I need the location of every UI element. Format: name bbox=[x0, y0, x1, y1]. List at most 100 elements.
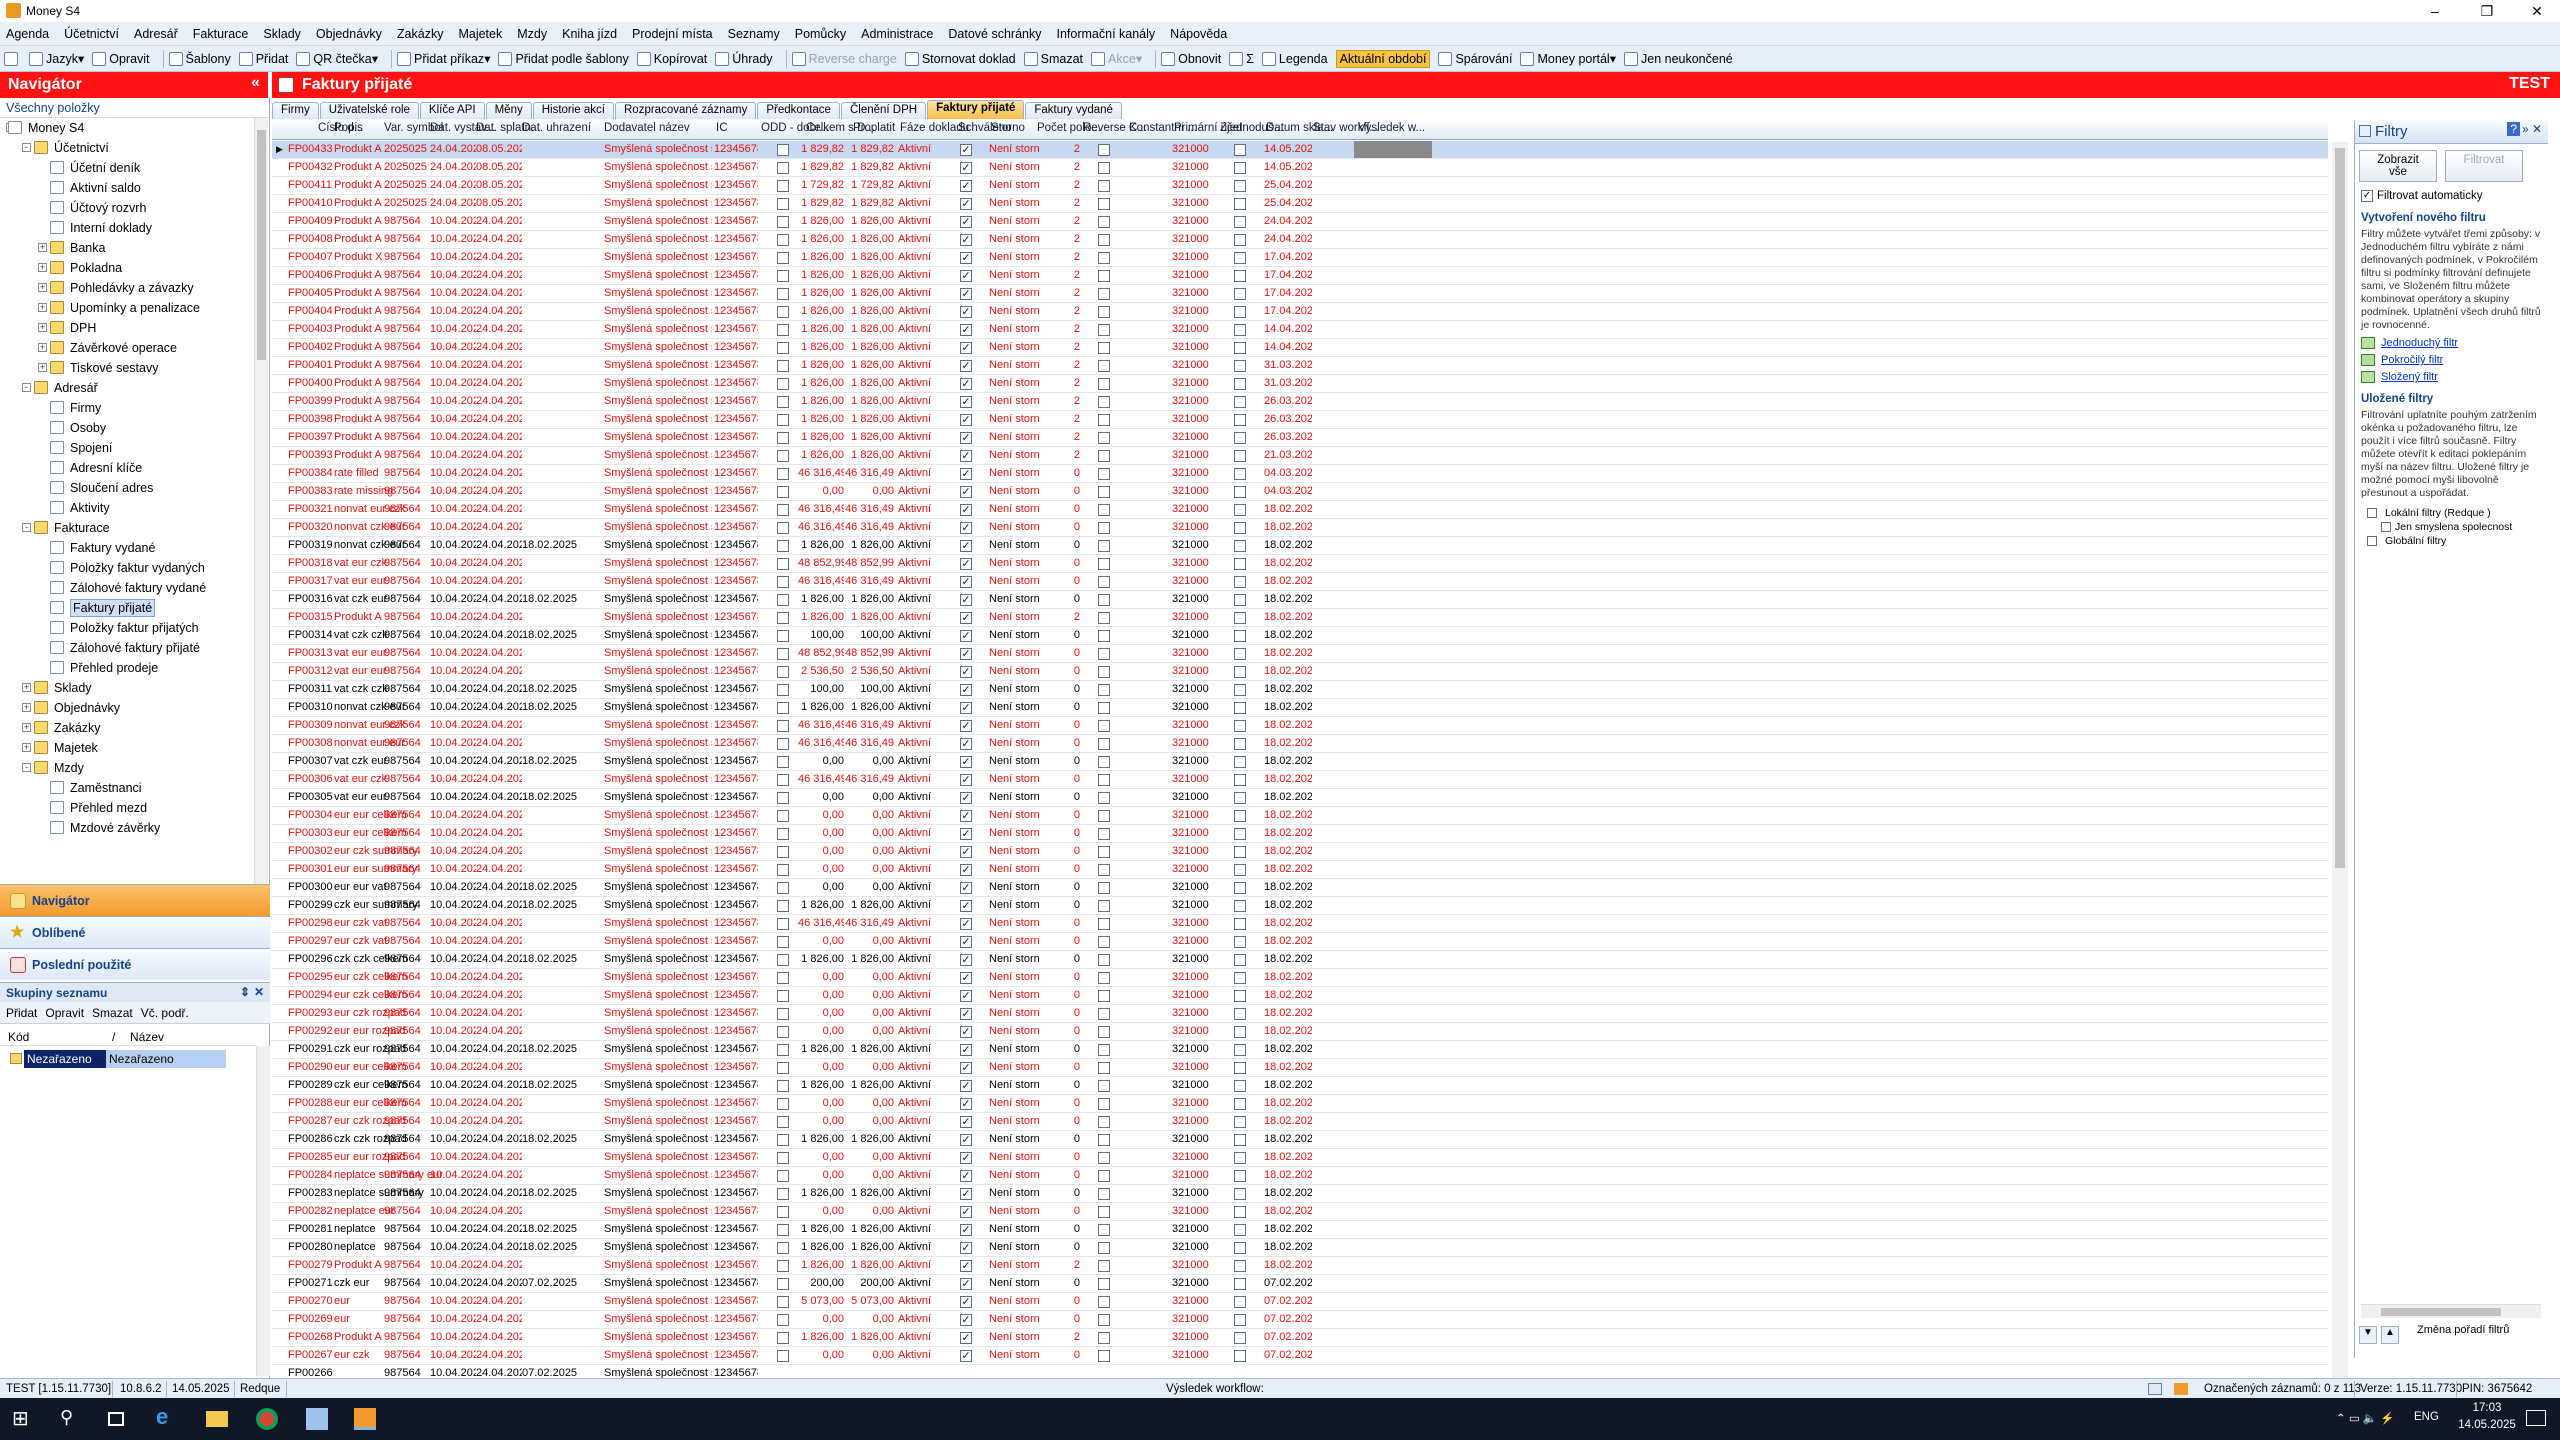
simplified-checkbox[interactable] bbox=[1234, 1152, 1246, 1164]
reverse-charge-checkbox[interactable] bbox=[1098, 378, 1110, 390]
move-down-icon[interactable]: ▼ bbox=[2359, 1326, 2377, 1344]
nav-tree-item[interactable]: + DPH bbox=[0, 318, 256, 338]
simplified-checkbox[interactable] bbox=[1234, 540, 1246, 552]
reverse-charge-checkbox[interactable] bbox=[1098, 882, 1110, 894]
odd-checkbox[interactable] bbox=[777, 1332, 789, 1344]
odd-checkbox[interactable] bbox=[777, 720, 789, 732]
tray-time[interactable]: 17:03 bbox=[2452, 1402, 2522, 1414]
task-view-icon[interactable] bbox=[108, 1412, 124, 1426]
toolbar-button-16[interactable]: Aktuální období bbox=[1335, 49, 1431, 68]
simplified-checkbox[interactable] bbox=[1234, 918, 1246, 930]
table-row[interactable]: FP00298eur czk vat98756410.04.202424.04.… bbox=[272, 915, 2328, 933]
approved-checkbox[interactable]: ✓ bbox=[960, 738, 972, 750]
reverse-charge-checkbox[interactable] bbox=[1098, 1026, 1110, 1038]
reverse-charge-checkbox[interactable] bbox=[1098, 756, 1110, 768]
reverse-charge-checkbox[interactable] bbox=[1098, 1260, 1110, 1272]
menu-10[interactable]: Prodejní místa bbox=[632, 27, 713, 41]
approved-checkbox[interactable]: ✓ bbox=[960, 756, 972, 768]
odd-checkbox[interactable] bbox=[777, 666, 789, 678]
simplified-checkbox[interactable] bbox=[1234, 1044, 1246, 1056]
menu-6[interactable]: Zakázky bbox=[397, 27, 444, 41]
approved-checkbox[interactable]: ✓ bbox=[960, 558, 972, 570]
odd-checkbox[interactable] bbox=[777, 378, 789, 390]
table-row[interactable]: FP00284 neplatce summary eur 987564 10.04.2… bbox=[272, 1167, 2328, 1185]
odd-checkbox[interactable] bbox=[777, 684, 789, 696]
simplified-checkbox[interactable] bbox=[1234, 1224, 1246, 1236]
mail-icon[interactable] bbox=[2148, 1383, 2162, 1395]
rss-icon[interactable] bbox=[2174, 1383, 2188, 1395]
approved-checkbox[interactable]: ✓ bbox=[960, 450, 972, 462]
tab-9[interactable]: Faktury vydané bbox=[1025, 102, 1122, 119]
approved-checkbox[interactable]: ✓ bbox=[960, 774, 972, 786]
simplified-checkbox[interactable] bbox=[1234, 792, 1246, 804]
approved-checkbox[interactable]: ✓ bbox=[960, 684, 972, 696]
nav-tree-item[interactable]: - Adresář bbox=[0, 378, 256, 398]
simplified-checkbox[interactable] bbox=[1234, 432, 1246, 444]
tab-7[interactable]: Členění DPH bbox=[840, 102, 927, 119]
approved-checkbox[interactable]: ✓ bbox=[960, 1332, 972, 1344]
reverse-charge-checkbox[interactable] bbox=[1098, 540, 1110, 552]
toolbar-button-10[interactable]: Stornovat doklad bbox=[904, 51, 1016, 66]
nav-tree-item[interactable]: Přehled mezd bbox=[0, 798, 256, 818]
windows-start-icon[interactable]: ⊞ bbox=[12, 1406, 34, 1430]
reverse-charge-checkbox[interactable] bbox=[1098, 774, 1110, 786]
table-row[interactable]: FP00399Produkt A98756410.04.202424.04.20… bbox=[272, 393, 2328, 411]
table-row[interactable]: FP00280neplatce98756410.04.202424.04.202… bbox=[272, 1239, 2328, 1257]
table-row[interactable]: FP00286czk czk rozpad98756410.04.202424.… bbox=[272, 1131, 2328, 1149]
odd-checkbox[interactable] bbox=[777, 360, 789, 372]
nav-tree-item[interactable]: Zaměstnanci bbox=[0, 778, 256, 798]
approved-checkbox[interactable]: ✓ bbox=[960, 702, 972, 714]
odd-checkbox[interactable] bbox=[777, 702, 789, 714]
column-header-7[interactable]: IČ bbox=[716, 122, 728, 134]
reverse-charge-checkbox[interactable] bbox=[1098, 1116, 1110, 1128]
odd-checkbox[interactable] bbox=[777, 828, 789, 840]
approved-checkbox[interactable]: ✓ bbox=[960, 810, 972, 822]
nav-tree-item[interactable]: Účetní deník bbox=[0, 158, 256, 178]
table-row[interactable]: FP00287eur czk rozpad98756410.04.202424.… bbox=[272, 1113, 2328, 1131]
pin-icon[interactable]: ⇕ bbox=[240, 985, 250, 999]
simplified-checkbox[interactable] bbox=[1234, 594, 1246, 606]
tab-3[interactable]: Měny bbox=[485, 102, 532, 119]
menu-5[interactable]: Objednávky bbox=[316, 27, 382, 41]
nav-tree-item[interactable]: Položky faktur přijatých bbox=[0, 618, 256, 638]
approved-checkbox[interactable]: ✓ bbox=[960, 324, 972, 336]
simplified-checkbox[interactable] bbox=[1234, 1260, 1246, 1272]
reverse-charge-checkbox[interactable] bbox=[1098, 900, 1110, 912]
simplified-checkbox[interactable] bbox=[1234, 378, 1246, 390]
table-row[interactable]: FP00410Produkt A202502524.04.202508.05.2… bbox=[272, 195, 2328, 213]
odd-checkbox[interactable] bbox=[777, 144, 789, 156]
table-row[interactable]: FP00291czk eur rozpad98756410.04.202424.… bbox=[272, 1041, 2328, 1059]
approved-checkbox[interactable]: ✓ bbox=[960, 216, 972, 228]
simplified-checkbox[interactable] bbox=[1234, 900, 1246, 912]
expand-icon[interactable]: + bbox=[22, 723, 31, 732]
reverse-charge-checkbox[interactable] bbox=[1098, 324, 1110, 336]
nav-tree-item[interactable]: Aktivity bbox=[0, 498, 256, 518]
expand-icon[interactable]: + bbox=[38, 263, 47, 272]
reverse-charge-checkbox[interactable] bbox=[1098, 558, 1110, 570]
table-row[interactable]: FP00315Produkt A98756410.04.202424.04.20… bbox=[272, 609, 2328, 627]
simplified-checkbox[interactable] bbox=[1234, 558, 1246, 570]
pane-favorites[interactable]: ★ Oblíbené bbox=[0, 916, 270, 948]
odd-checkbox[interactable] bbox=[777, 1224, 789, 1236]
table-row[interactable]: FP00398Produkt A98756410.04.202424.04.20… bbox=[272, 411, 2328, 429]
table-row[interactable]: FP00271czk eur98756410.04.202424.04.2024… bbox=[272, 1275, 2328, 1293]
simplified-checkbox[interactable] bbox=[1234, 324, 1246, 336]
reverse-charge-checkbox[interactable] bbox=[1098, 360, 1110, 372]
reverse-charge-checkbox[interactable] bbox=[1098, 1170, 1110, 1182]
table-row[interactable]: FP00407Produkt X98756410.04.202424.04.20… bbox=[272, 249, 2328, 267]
reverse-charge-checkbox[interactable] bbox=[1098, 162, 1110, 174]
approved-checkbox[interactable]: ✓ bbox=[960, 468, 972, 480]
groups-tool-1[interactable]: Opravit bbox=[45, 1006, 84, 1020]
expand-icon[interactable]: + bbox=[38, 303, 47, 312]
table-row[interactable]: FP00309nonvat eur czk98756410.04.202424.… bbox=[272, 717, 2328, 735]
simplified-checkbox[interactable] bbox=[1234, 450, 1246, 462]
odd-checkbox[interactable] bbox=[777, 1098, 789, 1110]
approved-checkbox[interactable]: ✓ bbox=[960, 828, 972, 840]
tab-4[interactable]: Historie akcí bbox=[532, 102, 614, 119]
approved-checkbox[interactable]: ✓ bbox=[960, 630, 972, 642]
reverse-charge-checkbox[interactable] bbox=[1098, 1350, 1110, 1362]
approved-checkbox[interactable]: ✓ bbox=[960, 396, 972, 408]
reverse-charge-checkbox[interactable] bbox=[1098, 1224, 1110, 1236]
filter-button[interactable]: Filtrovat bbox=[2445, 150, 2523, 182]
odd-checkbox[interactable] bbox=[777, 306, 789, 318]
